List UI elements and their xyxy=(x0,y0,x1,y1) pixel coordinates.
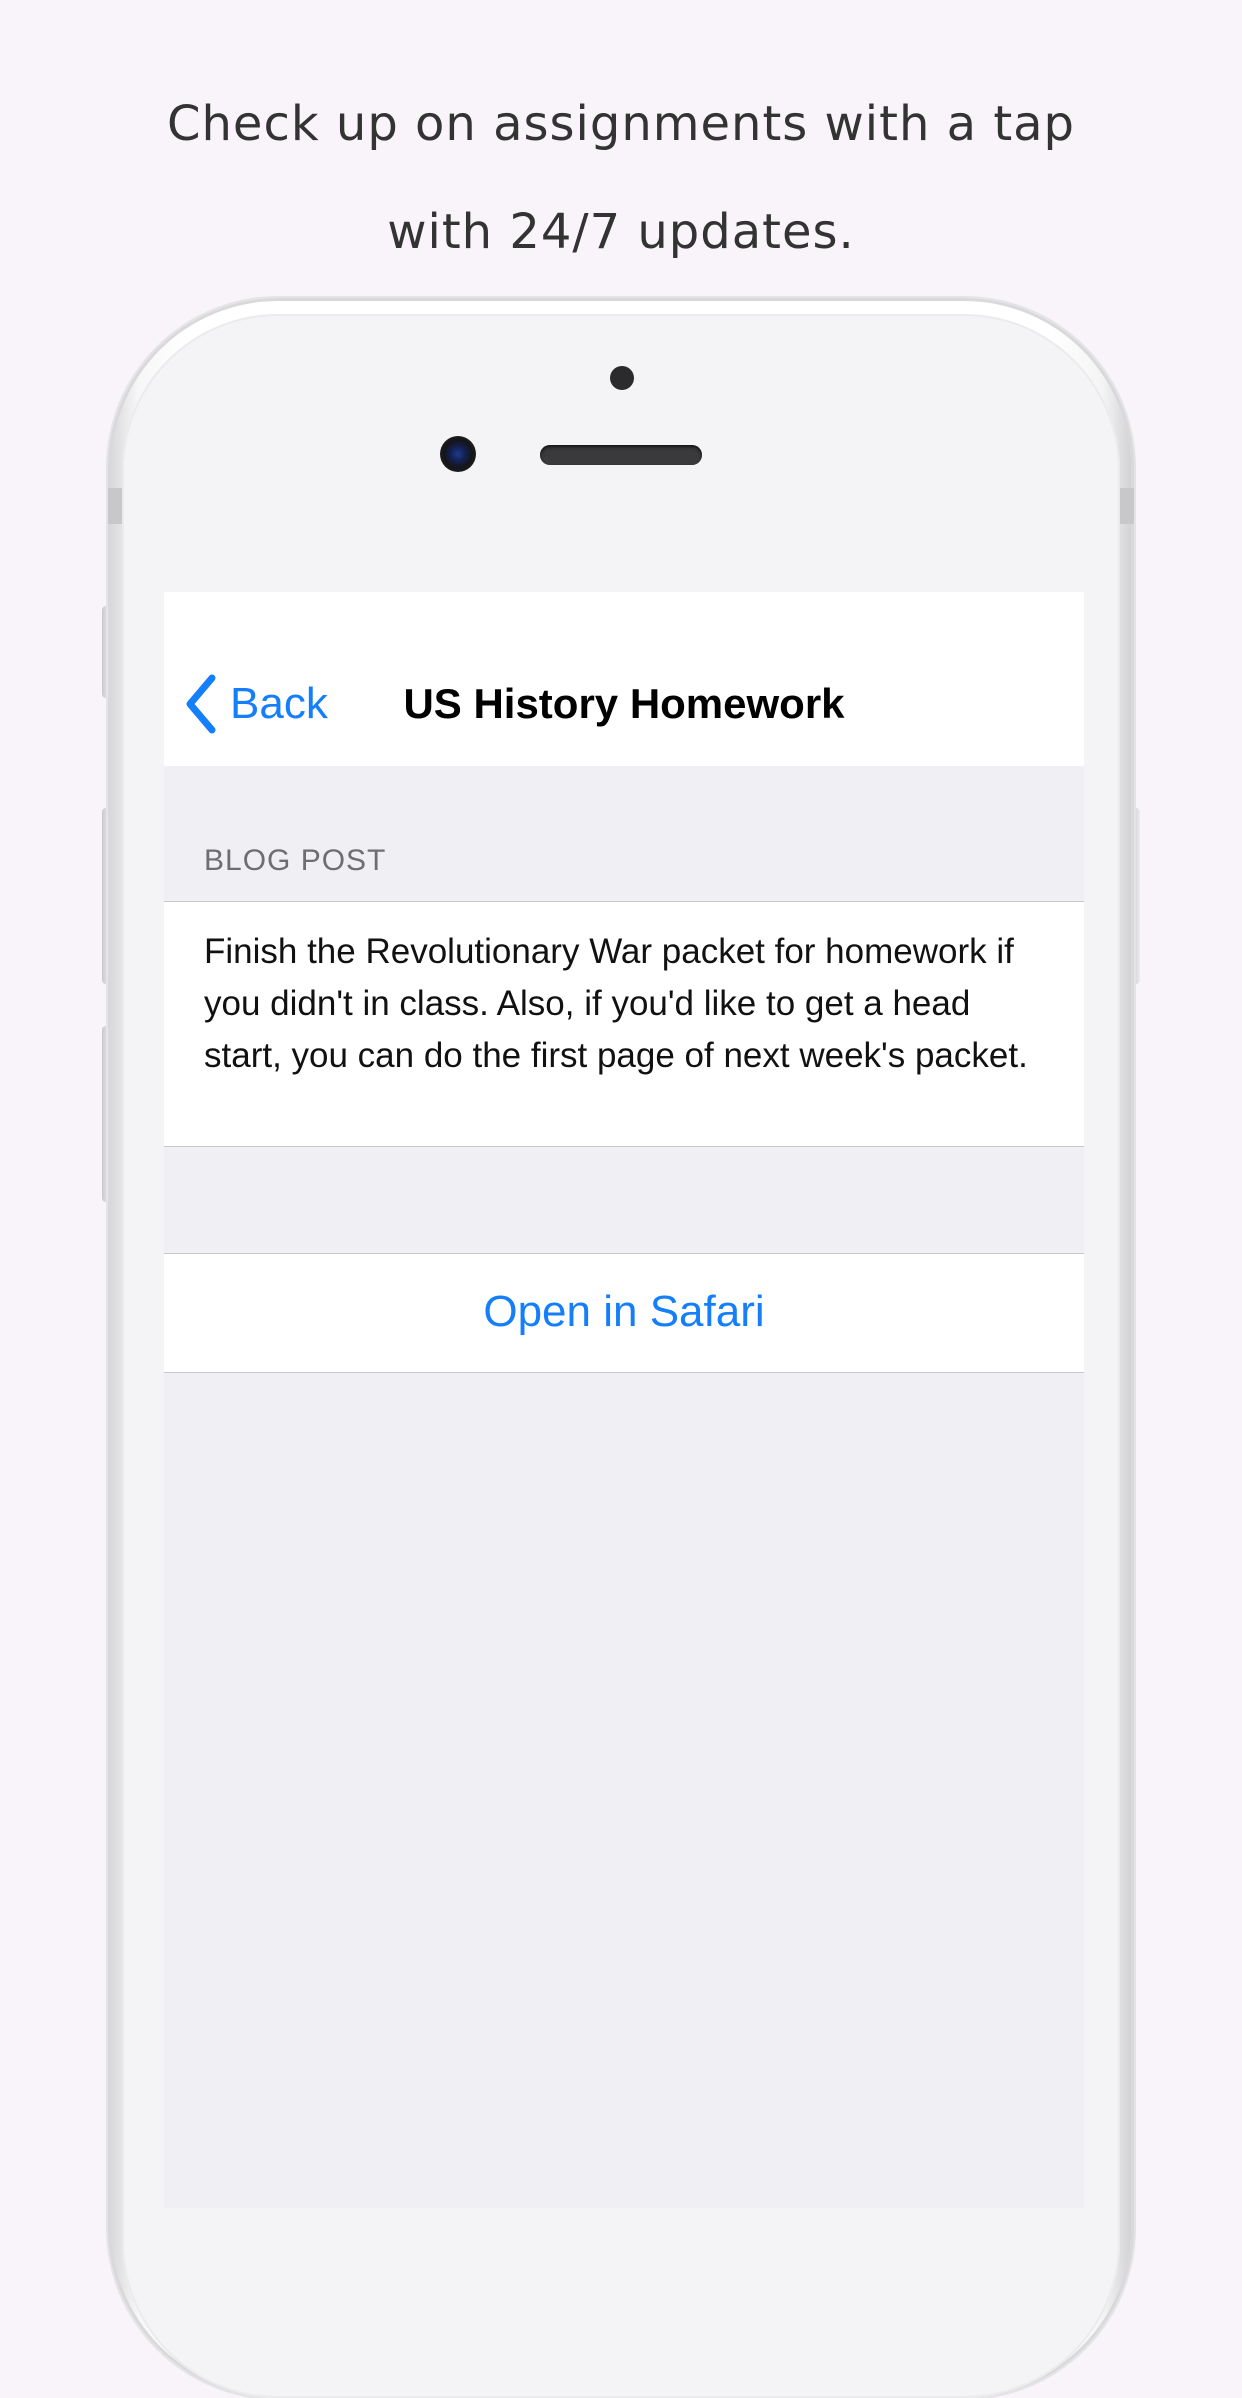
promo-caption: Check up on assignments with a tap with … xyxy=(0,70,1242,286)
blog-post-cell: Finish the Revolutionary War packet for … xyxy=(164,901,1084,1147)
back-button[interactable]: Back xyxy=(184,674,328,734)
antenna-band-right xyxy=(1120,488,1134,524)
front-camera xyxy=(440,436,476,472)
proximity-sensor xyxy=(610,366,634,390)
promo-line-2: with 24/7 updates. xyxy=(387,204,855,260)
navigation-bar: US History Homework Back xyxy=(164,592,1084,766)
chevron-left-icon xyxy=(186,674,216,734)
back-button-label: Back xyxy=(230,679,328,728)
section-header-blog-post: BLOG POST xyxy=(204,844,387,877)
app-screen: US History Homework Back BLOG POST Finis… xyxy=(164,592,1084,2208)
antenna-band-left xyxy=(108,488,122,524)
open-in-safari-button[interactable]: Open in Safari xyxy=(164,1253,1084,1373)
promo-line-1: Check up on assignments with a tap xyxy=(166,96,1076,152)
earpiece-speaker xyxy=(540,445,702,465)
blog-post-text: Finish the Revolutionary War packet for … xyxy=(204,932,1028,1075)
